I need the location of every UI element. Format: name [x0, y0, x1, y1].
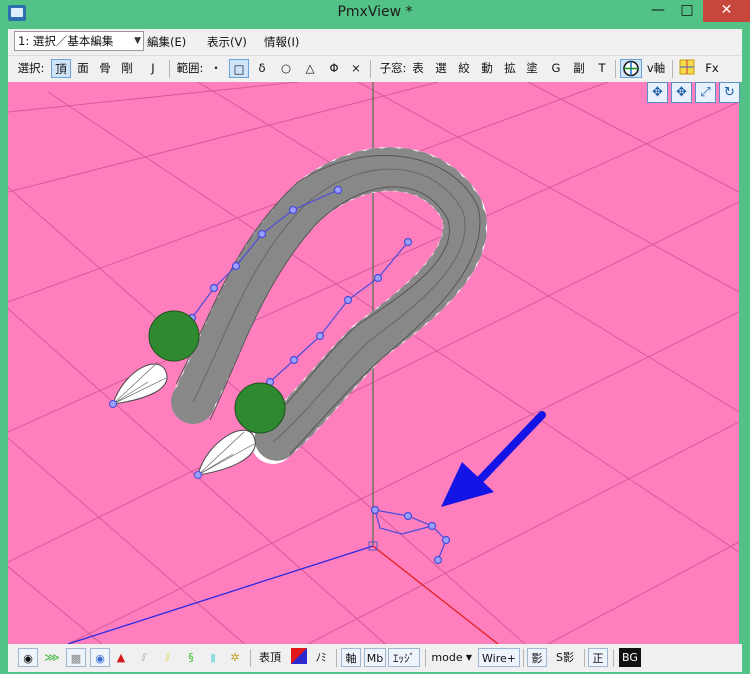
hatch-display-icon[interactable]: ⫽ [134, 648, 154, 667]
joint-display-icon[interactable]: ▮ [204, 648, 222, 667]
menu-edit[interactable]: 編集(E) [147, 34, 186, 50]
small-bone-chain [370, 505, 451, 565]
mb-button[interactable]: Mb [364, 648, 386, 667]
chevron-down-icon: ▼ [134, 36, 141, 46]
rigid-display-icon[interactable]: § [182, 648, 200, 667]
sdef-display-icon[interactable]: ✲ [226, 648, 244, 667]
v-axis-button[interactable]: v軸 [644, 59, 668, 78]
menu-info[interactable]: 情報(I) [264, 34, 299, 50]
toolbar-divider [370, 60, 371, 78]
toolbar-divider [169, 60, 170, 78]
vertex-display-icon[interactable]: ◉ [18, 648, 38, 667]
viewport-scene [8, 82, 739, 644]
morph-display-icon[interactable]: ⫽ [158, 648, 178, 667]
mode-select[interactable]: 1: 選択／基本編集 ▼ [14, 31, 144, 51]
range-circle-button[interactable]: ○ [278, 59, 294, 78]
pan-icon[interactable]: ✥ [671, 82, 692, 103]
menu-view[interactable]: 表示(V) [207, 34, 247, 50]
child-paint-button[interactable]: 塗 [524, 59, 540, 78]
zoom-icon[interactable]: ⤢ [695, 82, 716, 103]
bottombar-divider [425, 649, 426, 667]
minimize-button[interactable]: — [643, 0, 673, 22]
move-icon[interactable]: ✥ [647, 82, 668, 103]
wireframe-mesh [171, 147, 487, 464]
bottombar-divider [336, 649, 337, 667]
wire-button[interactable]: Wire+ [478, 648, 520, 667]
select-rigid-button[interactable]: 剛 [118, 59, 136, 78]
range-dot-button[interactable]: ・ [208, 59, 224, 78]
bottombar-divider [584, 649, 585, 667]
tool-bar: 選択: 頂 面 骨 剛 J 範囲: ・ □ δ ○ △ Φ × 子窓: 表 選 … [8, 55, 742, 82]
child-sub-button[interactable]: 副 [571, 59, 587, 78]
right-tip [197, 429, 256, 476]
axis-button[interactable]: 軸 [341, 648, 361, 667]
child-table-button[interactable]: 表 [410, 59, 426, 78]
select-joint-button[interactable]: J [144, 59, 162, 78]
ortho-button[interactable]: 正 [588, 648, 608, 667]
maximize-button[interactable]: □ [672, 0, 702, 22]
view-axis-icon[interactable] [620, 59, 642, 78]
self-shadow-button[interactable]: S影 [551, 648, 579, 667]
select-vertex-button[interactable]: 頂 [51, 59, 71, 78]
menu-bar: 1: 選択／基本編集 ▼ 編集(E) 表示(V) 情報(I) [8, 29, 742, 55]
bottombar-divider [523, 649, 524, 667]
left-tip [112, 363, 168, 405]
normal-display-icon[interactable]: ⋙ [42, 648, 62, 667]
child-window-label: 子窓: [379, 61, 407, 75]
shadow-button[interactable]: 影 [527, 648, 547, 667]
select-label: 選択: [17, 61, 45, 75]
right-sphere [234, 382, 286, 434]
grid-icon[interactable] [678, 59, 696, 78]
mode-button[interactable]: mode [428, 648, 466, 667]
range-triangle-button[interactable]: △ [302, 59, 318, 78]
rotate-icon[interactable]: ↻ [719, 82, 740, 103]
bottombar-divider [250, 649, 251, 667]
left-tip-bone [109, 400, 117, 408]
bg-button[interactable]: BG [619, 648, 641, 667]
select-bone-button[interactable]: 骨 [96, 59, 114, 78]
bottom-toolbar: ◉ ⋙ ▩ ◉ ▲ ⫽ ⫽ § ▮ ✲ 表頂 ﾉﾐ 軸 Mb ｴｯｼﾞ mode… [8, 644, 742, 672]
arrow-icon [441, 411, 546, 507]
triangle-display-icon[interactable]: ▲ [112, 648, 130, 667]
range-label: 範囲: [176, 61, 204, 75]
child-group-button[interactable]: G [548, 59, 564, 78]
window-title: PmxView * [337, 4, 413, 20]
range-rect-button[interactable]: □ [229, 59, 249, 78]
vertex-label[interactable]: 表頂 [256, 648, 284, 667]
right-tip-bone [194, 471, 202, 479]
fx-button[interactable]: Fx [702, 59, 722, 78]
texture-display-icon[interactable]: ▩ [66, 648, 86, 667]
edge-button[interactable]: ｴｯｼﾞ [388, 648, 420, 667]
mode-select-value: 1: 選択／基本編集 [18, 34, 114, 48]
mi-button[interactable]: ﾉﾐ [312, 648, 330, 667]
child-scale-button[interactable]: 拡 [502, 59, 518, 78]
range-cross-button[interactable]: × [348, 59, 364, 78]
bone-display-icon[interactable]: ◉ [90, 648, 110, 667]
range-phi-button[interactable]: Φ [326, 59, 342, 78]
title-bar[interactable]: PmxView * — □ ✕ [0, 0, 750, 28]
3d-viewport[interactable] [8, 82, 739, 644]
color-swatch-icon[interactable] [290, 648, 308, 667]
app-window: PmxView * — □ ✕ 1: 選択／基本編集 ▼ 編集(E) 表示(V)… [0, 0, 750, 674]
close-button[interactable]: ✕ [703, 0, 750, 22]
chevron-down-icon[interactable]: ▼ [464, 648, 474, 667]
toolbar-divider [672, 60, 673, 78]
toolbar-divider [615, 60, 616, 78]
bottombar-divider [613, 649, 614, 667]
left-sphere [148, 310, 200, 362]
x-axis-line [67, 545, 374, 644]
child-text-button[interactable]: T [594, 59, 610, 78]
select-face-button[interactable]: 面 [74, 59, 92, 78]
child-move-button[interactable]: 動 [479, 59, 495, 78]
child-filter-button[interactable]: 絞 [456, 59, 472, 78]
child-select-button[interactable]: 選 [433, 59, 449, 78]
range-delta-button[interactable]: δ [254, 59, 270, 78]
